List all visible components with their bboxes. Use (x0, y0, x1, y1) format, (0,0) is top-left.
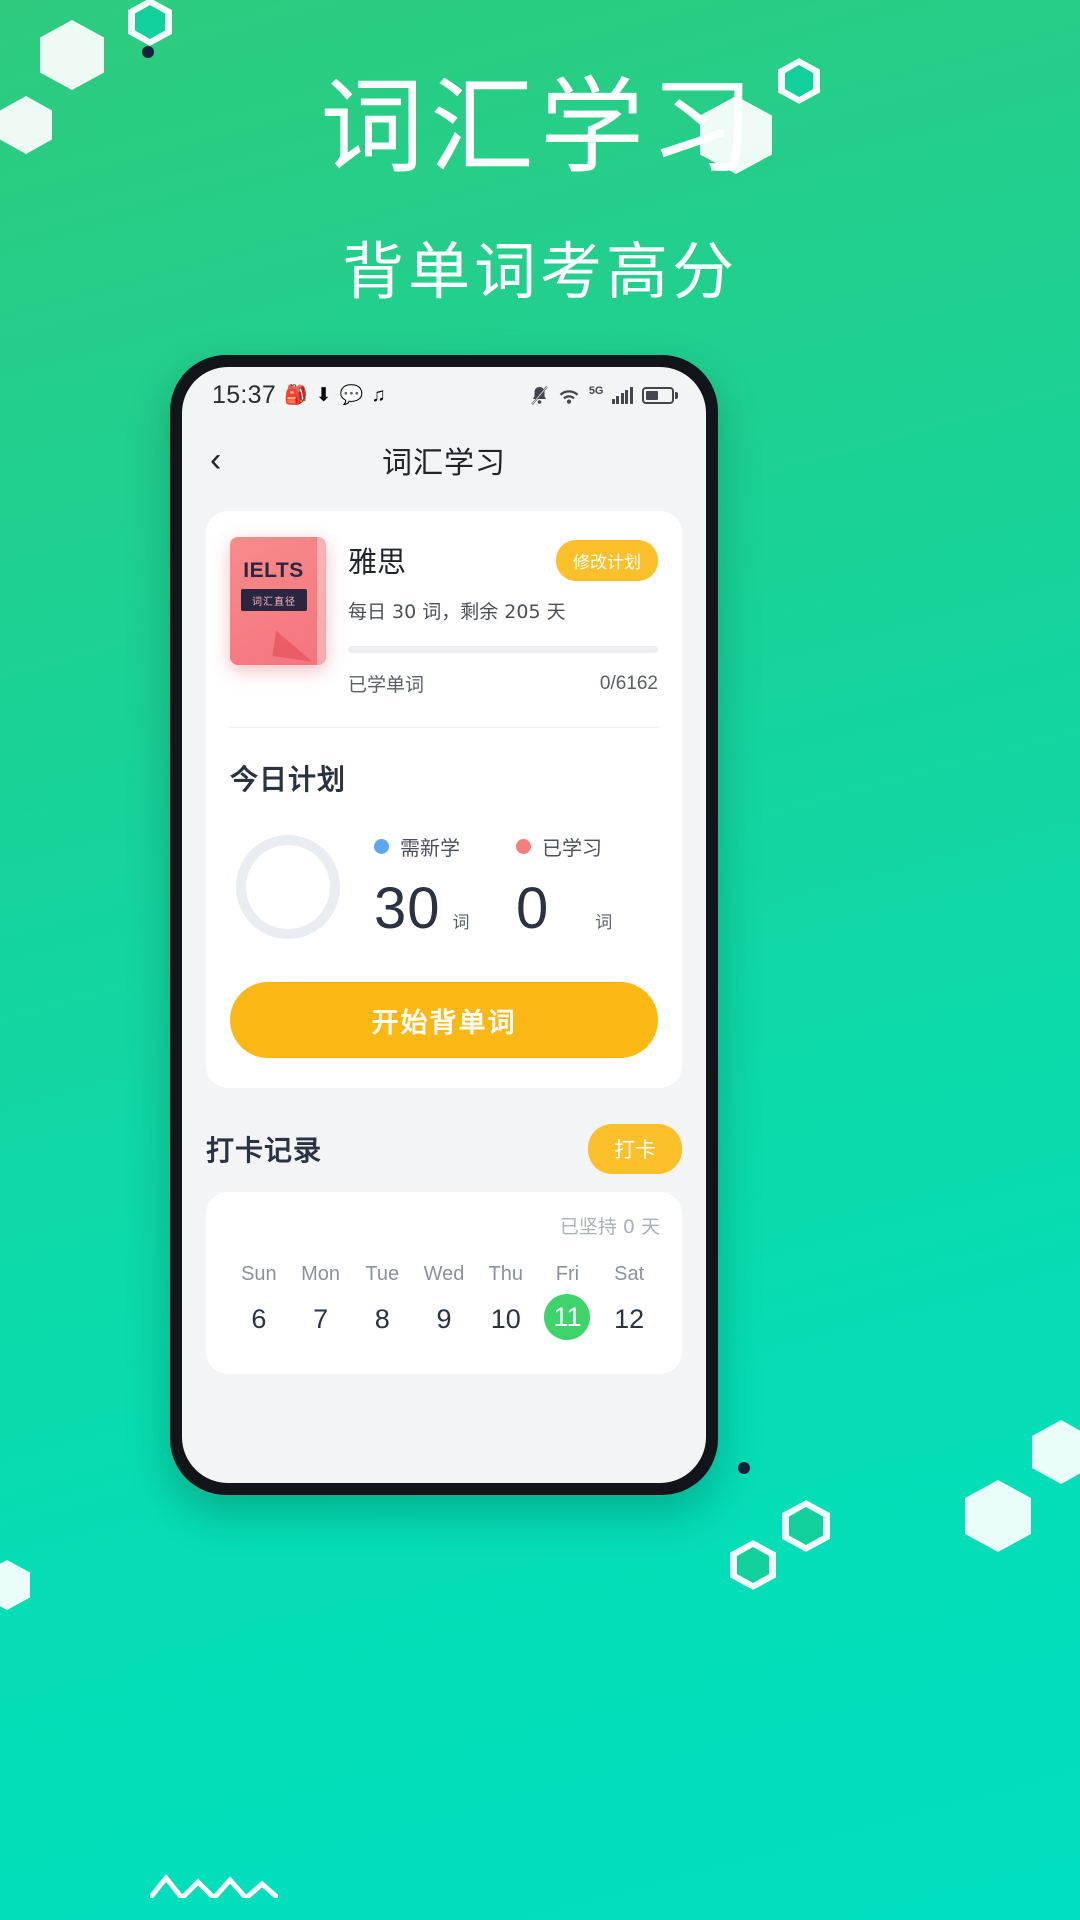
day-number: 10 (490, 1304, 521, 1334)
app-header: ‹ 词汇学习 (182, 423, 706, 497)
day-name: Sat (614, 1263, 645, 1285)
day-name: Mon (301, 1263, 341, 1285)
stat-unit: 词 (452, 913, 470, 933)
book-info: 雅思 修改计划 每日 30 词，剩余 205 天 已学单词 0/6162 (348, 537, 658, 697)
page-title: 词汇学习 (382, 446, 506, 481)
network-type-label: 5G (588, 384, 604, 397)
bell-mute-icon (530, 385, 549, 406)
poster-subheadline: 背单词考高分 (341, 234, 738, 308)
calendar-day[interactable]: Sun 6 (228, 1263, 290, 1340)
dot-decor (142, 46, 154, 58)
book-cover-brand: IELTS (243, 559, 304, 582)
status-bar-left: 15:37 🎒 ⬇ 💬 ♫ (212, 381, 386, 410)
dot-decor (738, 1462, 750, 1474)
hexagon-decor (965, 1480, 1031, 1552)
calendar-day[interactable]: Tue 8 (351, 1263, 413, 1340)
day-name: Wed (423, 1263, 465, 1285)
legend-dot-blue-icon (374, 839, 389, 854)
calendar-day[interactable]: Sat 12 (598, 1263, 660, 1340)
calendar-day-today[interactable]: Fri 11 (537, 1263, 599, 1340)
card-divider (230, 727, 658, 728)
book-cover-image: IELTS 词汇直径 (230, 537, 326, 665)
calendar-day[interactable]: Wed 9 (413, 1263, 475, 1340)
stat-value: 30 (374, 876, 441, 941)
battery-icon (641, 386, 678, 404)
book-head: 雅思 修改计划 (348, 539, 658, 581)
stat-label: 已学习 (542, 836, 602, 860)
phone-screen: 15:37 🎒 ⬇ 💬 ♫ 5G ‹ 词汇学习 IELTS 词汇直径 雅思 修改… (182, 367, 706, 1483)
calendar-day[interactable]: Mon 7 (290, 1263, 352, 1340)
start-study-button[interactable]: 开始背单词 (230, 982, 658, 1058)
progress-ring (236, 835, 340, 939)
signal-icon (611, 386, 633, 404)
checkin-button[interactable]: 打卡 (588, 1124, 682, 1174)
stat-unit: 词 (595, 913, 613, 933)
status-bar-right: 5G (530, 385, 678, 406)
day-number: 6 (251, 1304, 267, 1334)
study-card: IELTS 词汇直径 雅思 修改计划 每日 30 词，剩余 205 天 已学单词… (206, 511, 682, 1088)
today-plan-stats: 需新学 30 词 已学习 0 词 (230, 832, 658, 942)
poster-headline: 词汇学习 (319, 66, 760, 188)
page-content: IELTS 词汇直径 雅思 修改计划 每日 30 词，剩余 205 天 已学单词… (182, 497, 706, 1374)
day-number: 12 (614, 1304, 645, 1334)
checkin-calendar-card: 已坚持 0 天 Sun 6 Mon 7 Tue 8 Wed 9 Thu 10 F… (206, 1192, 682, 1374)
day-number: 9 (436, 1304, 452, 1334)
learned-value: 0/6162 (599, 672, 658, 694)
phone-mockup: 15:37 🎒 ⬇ 💬 ♫ 5G ‹ 词汇学习 IELTS 词汇直径 雅思 修改… (170, 355, 718, 1495)
book-plan-meta: 每日 30 词，剩余 205 天 (348, 601, 566, 623)
hexagon-decor (782, 1500, 830, 1552)
poster-stage: 词汇学习 背单词考高分 15:37 🎒 ⬇ 💬 ♫ 5G ‹ 词汇学习 IELT… (0, 0, 1080, 1920)
hexagon-decor (128, 0, 172, 46)
hexagon-decor (730, 1540, 776, 1590)
day-name: Tue (365, 1263, 400, 1285)
checkin-title: 打卡记录 (206, 1134, 323, 1167)
stat-value: 0 (516, 876, 550, 941)
zigzag-decor (150, 1874, 278, 1898)
day-name: Thu (488, 1263, 523, 1285)
book-cover-decor (272, 630, 316, 662)
week-row: Sun 6 Mon 7 Tue 8 Wed 9 Thu 10 Fri 11 Sa… (228, 1263, 660, 1340)
checkin-header: 打卡记录 打卡 (206, 1124, 682, 1174)
download-icon: ⬇ (315, 384, 332, 406)
today-plan-title: 今日计划 (230, 763, 347, 796)
stat-number: 0 词 (516, 875, 658, 942)
wifi-icon (558, 387, 580, 404)
stat-label: 需新学 (400, 836, 460, 860)
stat-head: 已学习 (516, 832, 658, 861)
stat-number: 30 词 (374, 875, 516, 942)
stat-head: 需新学 (374, 832, 516, 861)
book-title: 雅思 (348, 545, 407, 579)
day-name: Fri (555, 1263, 580, 1285)
learned-label: 已学单词 (348, 674, 425, 696)
music-note-icon: ♫ (371, 384, 386, 406)
modify-plan-button[interactable]: 修改计划 (556, 539, 658, 581)
day-number: 7 (313, 1304, 329, 1334)
poster-heading-block: 词汇学习 背单词考高分 (0, 68, 1080, 311)
stat-new-words: 需新学 30 词 (374, 832, 516, 942)
status-bar: 15:37 🎒 ⬇ 💬 ♫ 5G (182, 367, 706, 423)
day-name: Sun (241, 1263, 277, 1285)
book-cover-subtitle: 词汇直径 (241, 589, 307, 611)
day-number: 8 (374, 1304, 390, 1334)
hexagon-decor (1032, 1420, 1080, 1484)
stat-list: 需新学 30 词 已学习 0 词 (340, 832, 658, 942)
backpack-icon: 🎒 (284, 384, 308, 406)
calendar-day[interactable]: Thu 10 (475, 1263, 537, 1340)
legend-dot-red-icon (516, 839, 531, 854)
learned-row: 已学单词 0/6162 (348, 670, 658, 697)
day-number: 11 (544, 1294, 591, 1340)
streak-label: 已坚持 0 天 (559, 1216, 660, 1238)
message-icon: 💬 (339, 384, 364, 406)
book-row[interactable]: IELTS 词汇直径 雅思 修改计划 每日 30 词，剩余 205 天 已学单词… (230, 537, 658, 697)
hexagon-decor (0, 1560, 30, 1610)
progress-bar (348, 646, 658, 653)
stat-learned-words: 已学习 0 词 (516, 832, 658, 942)
status-time: 15:37 (212, 380, 277, 409)
